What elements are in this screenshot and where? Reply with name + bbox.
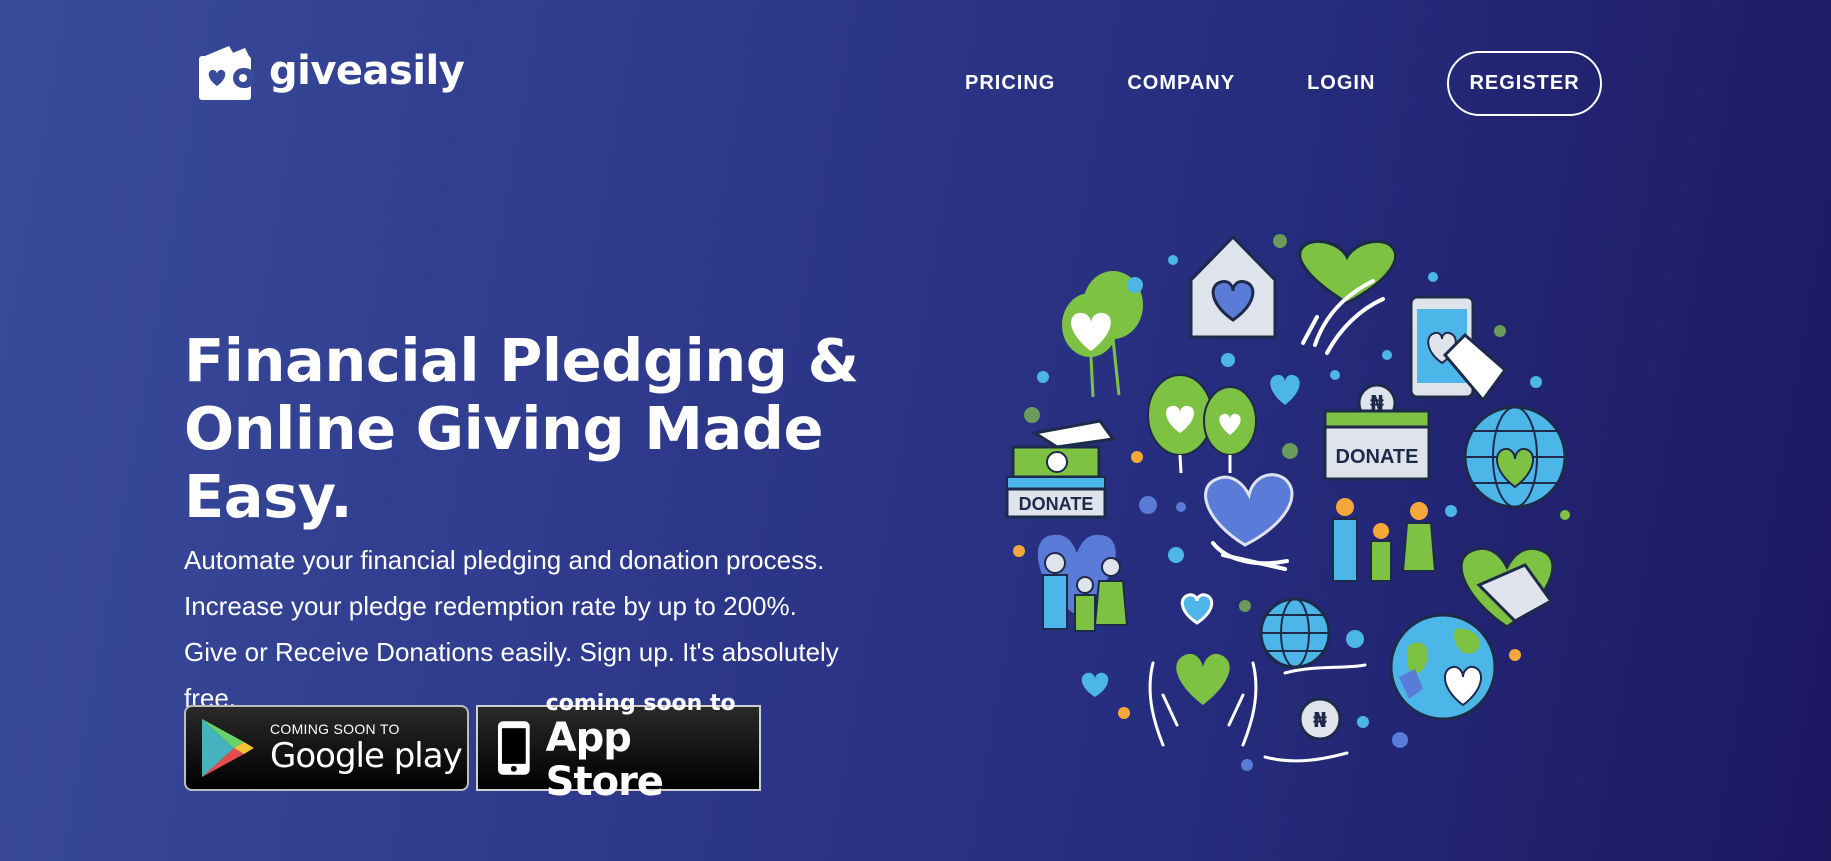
google-play-badge[interactable]: COMING SOON TO Google play <box>184 705 469 791</box>
giving-illustration-svg: DONATE ₦ DONATE ₦ <box>1005 234 1570 771</box>
hand-heart-icon <box>1298 240 1397 355</box>
blue-heart-icon <box>1180 593 1214 625</box>
coin-symbol-bottom: ₦ <box>1313 708 1327 732</box>
donate-box-right: ₦ DONATE <box>1323 383 1431 481</box>
hero-line-2: Increase your pledge redemption rate by … <box>184 591 797 621</box>
nav-link-login[interactable]: LOGIN <box>1307 72 1375 95</box>
house-heart-icon <box>1189 234 1277 339</box>
app-store-big-text: App Store <box>545 715 664 805</box>
small-globe-icon <box>1259 597 1331 669</box>
app-store-badge[interactable]: coming soon to App Store <box>476 692 761 804</box>
earth-heart-icon <box>1389 613 1497 721</box>
brand-name: giveasily <box>269 48 465 94</box>
family-icon <box>1332 498 1437 582</box>
google-play-big-text: Google play <box>270 736 463 776</box>
globe-heart-icon <box>1463 405 1567 509</box>
google-play-icon <box>202 719 254 777</box>
donate-label-left: DONATE <box>1019 494 1094 514</box>
heart-handshake-icon <box>1459 546 1555 629</box>
donate-box-left: DONATE <box>1005 419 1116 519</box>
iphone-icon <box>497 721 530 775</box>
site-header: giveasily PRICING COMPANY LOGIN REGISTER <box>0 0 1831 170</box>
small-heart-icon <box>1270 374 1300 405</box>
wallet-heart-icon <box>199 46 255 100</box>
main-nav: PRICING COMPANY LOGIN REGISTER <box>965 51 1602 116</box>
google-play-small-text: COMING SOON TO <box>270 721 400 737</box>
tiny-heart-icon <box>1081 672 1109 697</box>
hands-coin-icon: ₦ <box>1263 663 1367 763</box>
hero-title: Financial Pledging & Online Giving Made … <box>184 327 944 531</box>
register-button[interactable]: REGISTER <box>1447 51 1602 116</box>
giving-illustration: DONATE ₦ DONATE ₦ <box>995 225 1595 785</box>
app-store-badges: COMING SOON TO Google play coming soon t… <box>184 692 761 804</box>
hands-heart-icon <box>1148 653 1258 747</box>
brand-logo[interactable]: giveasily <box>195 42 465 106</box>
hero-title-line-1: Financial Pledging & <box>184 326 859 395</box>
app-store-small-text: coming soon to <box>545 691 736 716</box>
nav-link-company[interactable]: COMPANY <box>1127 72 1235 95</box>
phone-donate-icon <box>1409 295 1508 403</box>
heart-in-hand-icon <box>1204 473 1294 571</box>
family-heart-icon <box>1037 534 1129 632</box>
hero-line-1: Automate your financial pledging and don… <box>184 545 825 575</box>
donate-label-right: DONATE <box>1336 446 1419 468</box>
hero-section: Financial Pledging & Online Giving Made … <box>184 327 944 721</box>
hero-title-line-2: Online Giving Made Easy. <box>184 394 824 531</box>
hero-description: Automate your financial pledging and don… <box>184 537 884 721</box>
nav-link-pricing[interactable]: PRICING <box>965 72 1055 95</box>
